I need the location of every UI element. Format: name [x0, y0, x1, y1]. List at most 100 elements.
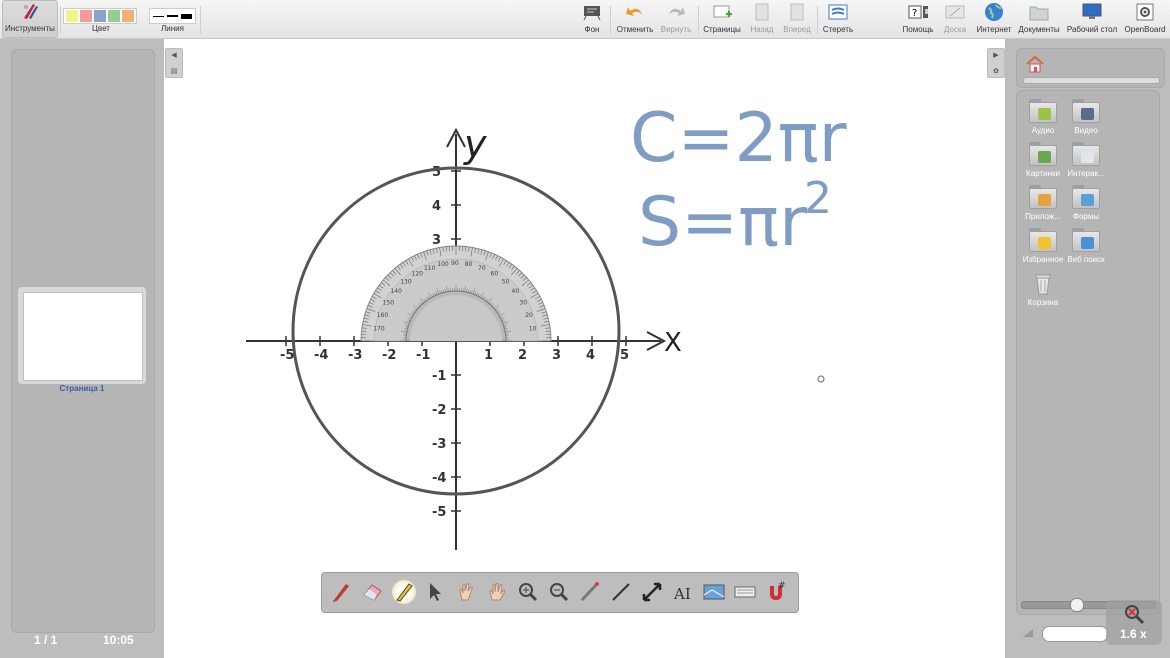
- eraser-tool-button[interactable]: [361, 580, 385, 604]
- protractor-degree-label: 30: [519, 300, 527, 307]
- library-folder-item[interactable]: Корзина: [1021, 271, 1065, 307]
- color-swatch-orange[interactable]: [122, 10, 134, 22]
- library-folder-item[interactable]: Прилож...: [1021, 185, 1065, 221]
- board-icon: [945, 2, 965, 22]
- resize-arrow-button[interactable]: [640, 580, 664, 604]
- navigation-scrollbar[interactable]: [1023, 77, 1160, 84]
- openboard-menu-button[interactable]: OpenBoard: [1123, 0, 1167, 38]
- library-navigation-bar: [1016, 48, 1165, 88]
- color-swatch-red[interactable]: [80, 10, 92, 22]
- line-tool-icon: [612, 583, 630, 601]
- library-folder-grid: Аудио Видео Картинки Интерак... Прилож... Фор…: [1016, 90, 1160, 615]
- tools-label: Инструменты: [5, 24, 55, 33]
- y-tick-label: -2: [432, 403, 446, 418]
- background-label: Фон: [584, 25, 600, 34]
- line-thin-option[interactable]: [153, 15, 164, 17]
- protractor-degree-label: 130: [400, 278, 412, 285]
- library-folder-item[interactable]: Видео: [1064, 99, 1108, 135]
- pan-hand-button[interactable]: [485, 580, 509, 604]
- pages-label: Страницы: [703, 25, 741, 34]
- y-axis-letter: y: [463, 122, 487, 166]
- selector-tool-button[interactable]: [423, 580, 447, 604]
- erase-board-icon: [828, 2, 848, 22]
- line-thick-option[interactable]: [181, 13, 192, 19]
- color-swatch-yellow[interactable]: [66, 10, 78, 22]
- slider-knob[interactable]: [1070, 598, 1085, 612]
- color-swatch-blue[interactable]: [94, 10, 106, 22]
- pan-hand-icon: [489, 583, 505, 601]
- protractor-degree-label: 100: [437, 261, 449, 268]
- back-label: Назад: [750, 25, 774, 34]
- protractor-degree-label: 80: [465, 261, 473, 268]
- library-folder-item[interactable]: Веб поиск: [1064, 228, 1108, 264]
- images-folder-icon: [1029, 142, 1057, 166]
- y-tick-label: -4: [432, 471, 446, 486]
- home-icon[interactable]: [1025, 55, 1045, 73]
- library-folder-item[interactable]: Интерак...: [1064, 142, 1108, 178]
- keyboard-button[interactable]: [733, 580, 757, 604]
- undo-button[interactable]: Отменить: [616, 0, 654, 38]
- zoom-indicator: 1.6 x: [1106, 600, 1162, 645]
- forward-button[interactable]: Вперед: [781, 0, 813, 38]
- area-formula: S=πr: [638, 183, 807, 262]
- pen-tool-button[interactable]: [330, 580, 354, 604]
- documents-button[interactable]: Документы: [1018, 0, 1060, 38]
- pages-button[interactable]: Страницы: [702, 0, 742, 38]
- x-tick-label: -2: [382, 348, 396, 363]
- magnet-grid-button[interactable]: #: [764, 580, 788, 604]
- library-folder-label: Веб поиск: [1067, 255, 1105, 264]
- separator: [817, 6, 818, 34]
- internet-label: Интернет: [976, 25, 1012, 34]
- help-button[interactable]: ? Помощь: [901, 0, 935, 38]
- library-folder-label: Картинки: [1026, 169, 1060, 178]
- magnet-grid-icon: #: [770, 581, 786, 600]
- library-folder-item[interactable]: Картинки: [1021, 142, 1065, 178]
- board-label: Доска: [943, 25, 967, 34]
- laser-pointer-button[interactable]: [578, 580, 602, 604]
- selector-tool-icon: [430, 583, 441, 601]
- board-button[interactable]: Доска: [941, 0, 969, 38]
- erase-button[interactable]: Стереть: [821, 0, 855, 38]
- interactive-folder-icon: [1072, 142, 1100, 166]
- interact-hand-button[interactable]: [454, 580, 478, 604]
- capture-tool-icon: [703, 584, 725, 600]
- zoom-in-button[interactable]: [516, 580, 540, 604]
- audio-folder-icon: [1029, 99, 1057, 123]
- library-folder-item[interactable]: Формы: [1064, 185, 1108, 221]
- redo-button[interactable]: Вернуть: [659, 0, 693, 38]
- background-icon: [582, 2, 602, 22]
- shapes-folder-icon: [1072, 185, 1100, 209]
- capture-tool-button[interactable]: [702, 580, 726, 604]
- line-medium-option[interactable]: [167, 15, 178, 17]
- background-button[interactable]: Фон: [580, 0, 604, 38]
- desktop-button[interactable]: Рабочий стол: [1066, 0, 1118, 38]
- x-tick-label: -4: [314, 348, 328, 363]
- y-tick-label: 4: [432, 199, 441, 214]
- zoom-out-button[interactable]: [547, 580, 571, 604]
- color-swatch-green[interactable]: [108, 10, 120, 22]
- text-tool-button[interactable]: AI: [671, 580, 695, 604]
- marker-tool-icon: [396, 583, 413, 602]
- whiteboard-canvas[interactable]: ◀ ▤ ▶ ✿ -5-4-3-2-112345 54321-1-2-3-4-5 …: [164, 39, 1005, 658]
- tools-button[interactable]: Инструменты: [2, 0, 58, 38]
- marker-tool-button[interactable]: [392, 580, 416, 604]
- zoom-level-text: 1.6 x: [1120, 627, 1147, 641]
- documents-label: Документы: [1018, 25, 1060, 34]
- undo-label: Отменить: [616, 25, 654, 34]
- svg-text:#: #: [778, 581, 786, 591]
- library-search-input[interactable]: [1042, 626, 1108, 642]
- library-folder-label: Избранное: [1022, 255, 1064, 264]
- line-tool-button[interactable]: [609, 580, 633, 604]
- library-folder-item[interactable]: Аудио: [1021, 99, 1065, 135]
- resize-arrow-icon: [642, 582, 662, 602]
- protractor-degree-label: 60: [491, 271, 499, 278]
- back-button[interactable]: Назад: [748, 0, 776, 38]
- help-label: Помощь: [902, 25, 934, 34]
- page-thumbnail[interactable]: [18, 287, 146, 384]
- protractor-tool[interactable]: 10 20 30 405060 70 80 90100110120130 140 150 160 1…: [360, 245, 552, 342]
- openboard-label: OpenBoard: [1124, 25, 1166, 34]
- library-folder-item[interactable]: Избранное: [1021, 228, 1065, 264]
- internet-button[interactable]: Интернет: [975, 0, 1013, 38]
- x-tick-label: -3: [348, 348, 362, 363]
- page-counter: 1 / 1: [34, 633, 58, 647]
